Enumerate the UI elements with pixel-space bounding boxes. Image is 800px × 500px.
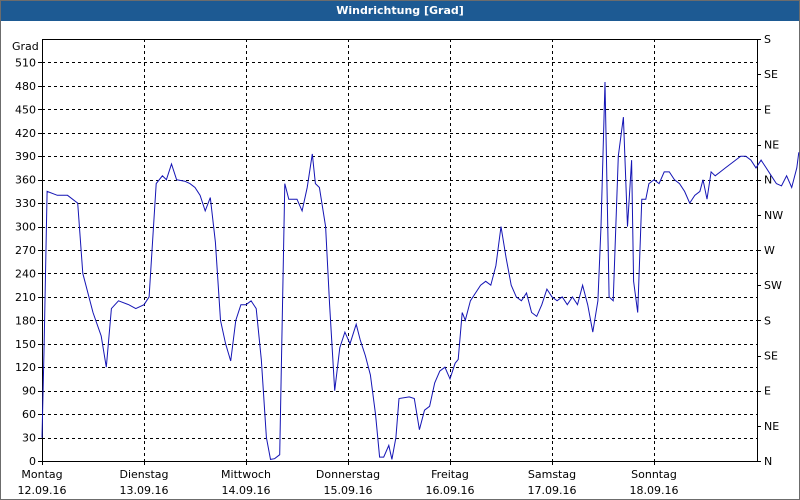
y-tick-label: 330 xyxy=(15,197,36,210)
right-tick-label: E xyxy=(764,103,771,116)
x-tick-date: 18.09.16 xyxy=(630,484,679,497)
wind-direction-chart: 0 30 60 90 120 150 180 210 240 270 300 330 360 390 420… xyxy=(12,33,800,497)
y-tick-label: 90 xyxy=(22,385,36,398)
x-tick-day: Mittwoch xyxy=(221,468,271,481)
right-tick-label: SW xyxy=(764,279,782,292)
right-tick-label: E xyxy=(764,385,771,398)
y-axis-label: Grad xyxy=(12,40,39,53)
grid xyxy=(42,39,757,461)
y-tick-label: 450 xyxy=(15,103,36,116)
x-tick-day: Montag xyxy=(21,468,62,481)
right-tick-label: W xyxy=(764,244,775,257)
right-tick-label: S xyxy=(764,314,771,327)
right-tick-label: NE xyxy=(764,139,779,152)
y-tick-label: 180 xyxy=(15,314,36,327)
y-tick-label: 270 xyxy=(15,244,36,257)
x-tick-date: 13.09.16 xyxy=(120,484,169,497)
x-tick-date: 16.09.16 xyxy=(426,484,475,497)
right-tick-label: NE xyxy=(764,420,779,433)
x-tick-day: Dienstag xyxy=(119,468,168,481)
y-tick-label: 420 xyxy=(15,127,36,140)
right-axis: NNEESESSWWNWNNEESES xyxy=(757,33,783,468)
y-tick-label: 390 xyxy=(15,150,36,163)
x-axis: Montag 12.09.16 Dienstag 13.09.16 Mittwoch 14… xyxy=(18,461,679,497)
x-tick-day: Donnerstag xyxy=(316,468,380,481)
left-axis: 0 30 60 90 120 150 180 210 240 270 300 330 360 390 420… xyxy=(15,56,42,468)
right-tick-label: S xyxy=(764,33,771,46)
y-tick-label: 480 xyxy=(15,80,36,93)
x-tick-date: 14.09.16 xyxy=(222,484,271,497)
right-tick-label: SE xyxy=(764,68,778,81)
y-tick-label: 240 xyxy=(15,267,36,280)
y-tick-label: 0 xyxy=(29,455,36,468)
right-tick-label: NW xyxy=(764,209,783,222)
x-tick-date: 12.09.16 xyxy=(18,484,67,497)
series-line xyxy=(41,81,800,460)
y-tick-label: 150 xyxy=(15,338,36,351)
x-tick-day: Sonntag xyxy=(631,468,677,481)
x-tick-day: Freitag xyxy=(431,468,469,481)
x-tick-date: 17.09.16 xyxy=(528,484,577,497)
right-tick-label: SE xyxy=(764,350,778,363)
y-tick-label: 210 xyxy=(15,291,36,304)
y-tick-label: 30 xyxy=(22,432,36,445)
y-tick-label: 300 xyxy=(15,221,36,234)
y-tick-label: 60 xyxy=(22,408,36,421)
x-tick-date: 15.09.16 xyxy=(324,484,373,497)
y-tick-label: 360 xyxy=(15,174,36,187)
y-tick-label: 120 xyxy=(15,361,36,374)
right-tick-label: N xyxy=(764,455,772,468)
x-tick-day: Samstag xyxy=(528,468,576,481)
y-tick-label: 510 xyxy=(15,56,36,69)
